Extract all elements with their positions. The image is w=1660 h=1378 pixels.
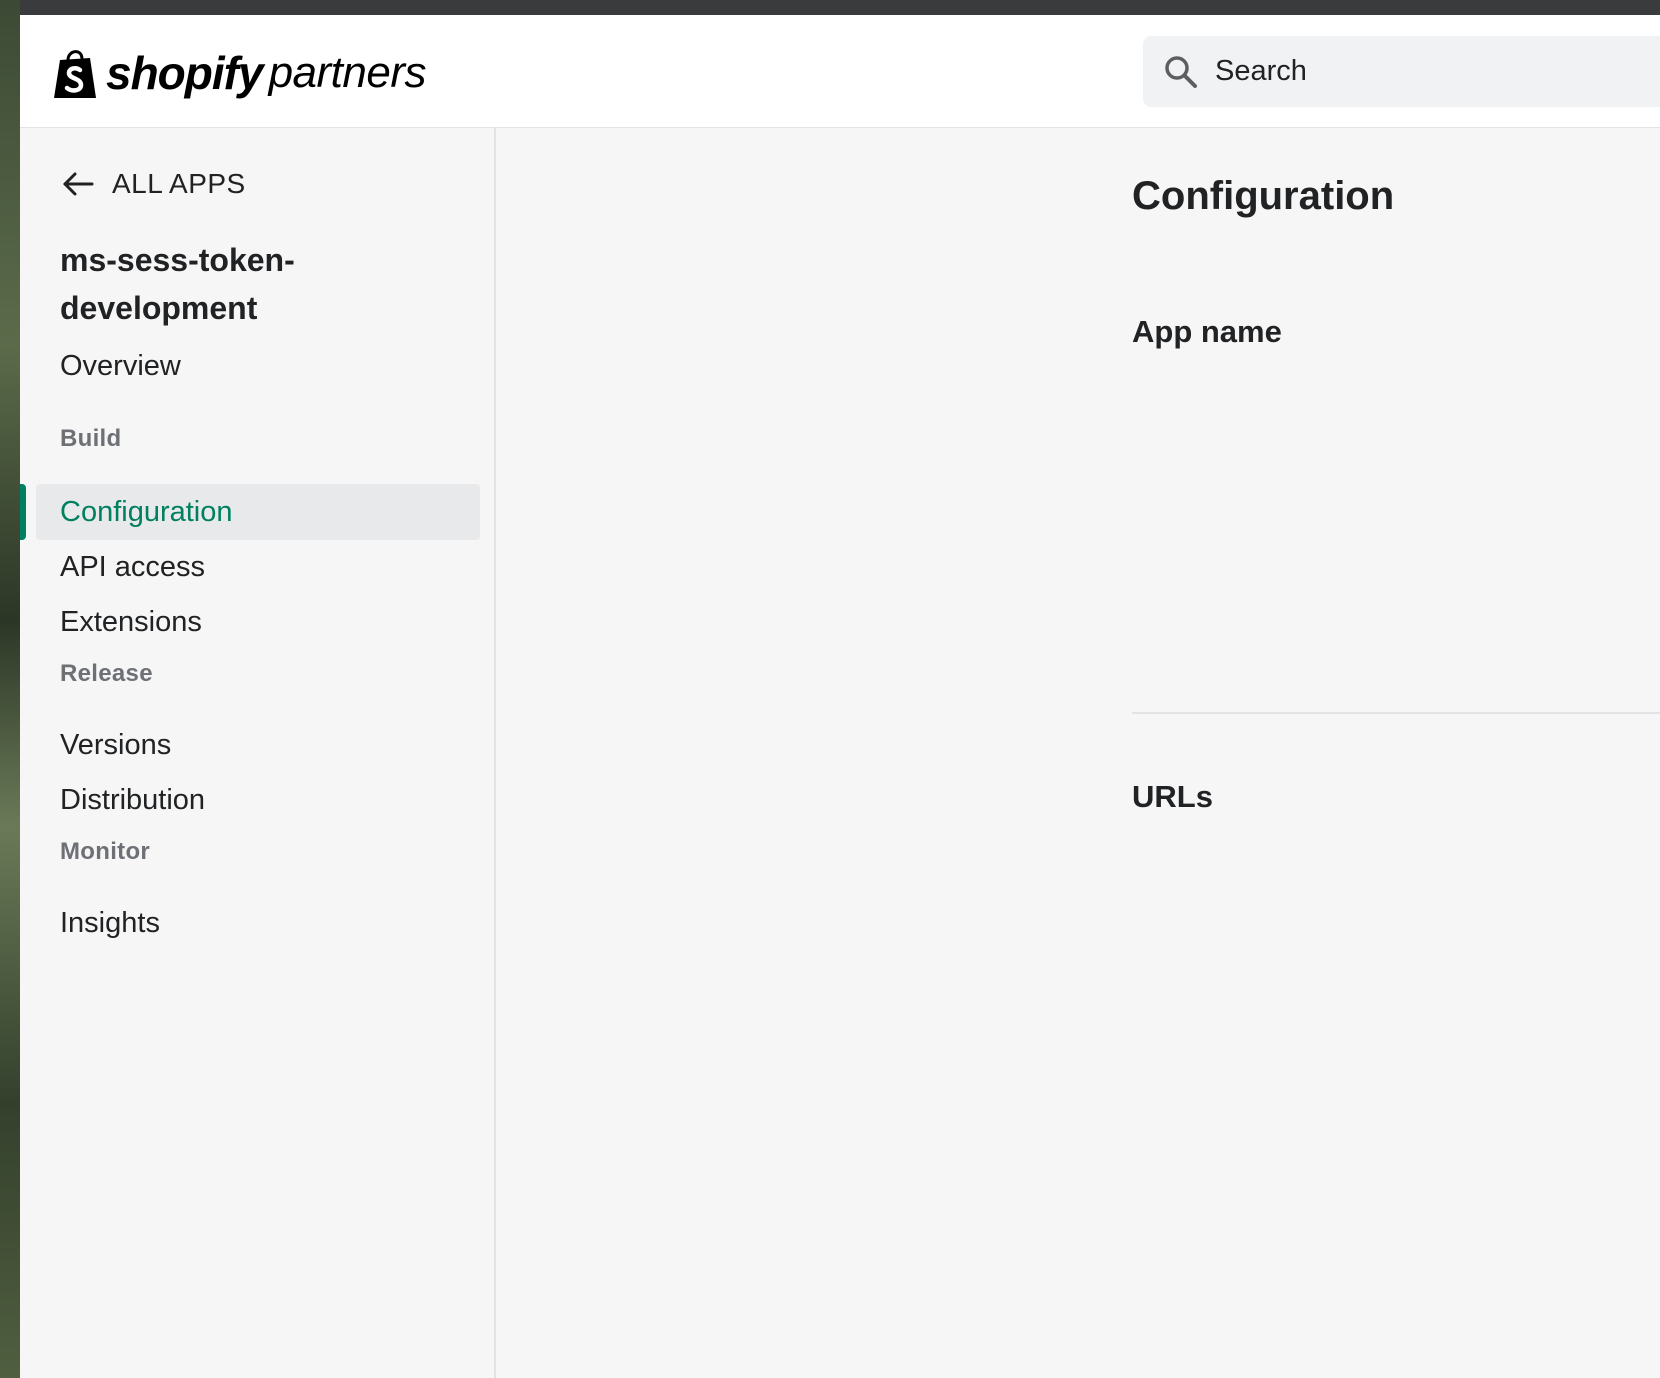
sidebar-item-overview[interactable]: Overview (20, 338, 496, 394)
main-content: Configuration App name URLs (496, 128, 1660, 1378)
sidebar-item-configuration[interactable]: Configuration (20, 484, 496, 540)
sidebar-item-api-access[interactable]: API access (20, 539, 496, 595)
logo-word-partners: partners (268, 48, 427, 97)
section-heading-app-name: App name (1132, 314, 1282, 349)
window-title-bar (20, 0, 1660, 15)
section-heading-urls: URLs (1132, 779, 1213, 814)
search-bar[interactable] (1143, 36, 1660, 107)
section-divider (1132, 712, 1660, 714)
page-title: Configuration (1132, 174, 1395, 218)
sidebar: ALL APPS ms-sess-token-development Overv… (20, 128, 496, 1378)
browser-window: shopify partners ALL APPS ms-sess-token-… (20, 0, 1660, 1378)
shopify-partners-logo[interactable]: shopify partners (52, 43, 426, 103)
sidebar-item-versions[interactable]: Versions (20, 717, 496, 773)
sidebar-item-insights[interactable]: Insights (20, 895, 496, 951)
sidebar-item-distribution[interactable]: Distribution (20, 772, 496, 828)
search-icon (1165, 55, 1197, 88)
shopify-bag-icon (54, 50, 96, 98)
sidebar-section-monitor: Monitor (60, 838, 151, 865)
desktop-background (0, 0, 20, 1378)
all-apps-label: ALL APPS (112, 168, 246, 199)
sidebar-section-release: Release (60, 660, 153, 687)
app-name-heading: ms-sess-token-development (60, 242, 295, 326)
search-input[interactable] (1213, 54, 1617, 89)
sidebar-item-extensions[interactable]: Extensions (20, 594, 496, 650)
logo-word-shopify: shopify (106, 47, 264, 99)
sidebar-section-build: Build (60, 425, 122, 452)
all-apps-back-link[interactable]: ALL APPS (60, 166, 246, 202)
arrow-left-icon (63, 172, 94, 196)
top-bar: shopify partners (20, 15, 1660, 128)
